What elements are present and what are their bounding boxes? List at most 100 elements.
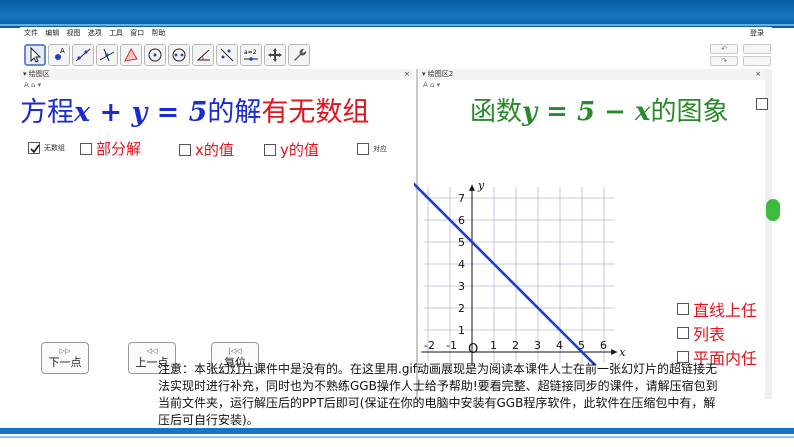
wrench-icon[interactable] (288, 44, 310, 66)
checkbox-label: y的值 (280, 141, 319, 159)
reset-icon: |◁◁ (228, 347, 242, 355)
settings-button[interactable] (743, 56, 771, 66)
checkbox-box[interactable] (80, 142, 92, 155)
bottom-decor-line (0, 436, 794, 438)
point-tool-icon[interactable]: A (48, 44, 70, 66)
bottom-decor-bar (0, 428, 794, 434)
checkbox-label: 无数组 (44, 144, 65, 152)
left-heading: 方程x + y = 5的解有无数组 (20, 96, 369, 130)
right-heading-math: y = 5 − x (522, 97, 651, 127)
x-tick-label: -2 (424, 339, 435, 352)
graph-series (414, 182, 597, 365)
move-tool-icon[interactable] (24, 44, 46, 66)
checkbox-box[interactable] (357, 143, 369, 155)
checkbox-table[interactable]: 列表 (677, 321, 725, 345)
x-tick-label: 1 (490, 339, 497, 352)
undo-button[interactable]: ↶ (710, 44, 738, 54)
heading-checkbox[interactable] (756, 98, 768, 110)
polygon-tool-icon[interactable] (120, 44, 142, 66)
y-tick-label: 3 (458, 280, 465, 293)
checkbox-box[interactable] (264, 143, 276, 156)
left-panel-title: 绘图区 (28, 70, 50, 78)
y-tick-label: 2 (458, 302, 465, 315)
checkbox-box[interactable] (28, 142, 40, 154)
checkbox-label: 列表 (693, 325, 726, 344)
next-icon: ▷▷ (59, 347, 71, 355)
perpendicular-tool-icon[interactable] (96, 44, 118, 66)
menu-view[interactable]: 视图 (66, 29, 80, 37)
x-tick-label: 4 (556, 339, 563, 352)
svg-text:A: A (60, 47, 65, 55)
y-tick-label: 5 (458, 236, 465, 249)
help-button[interactable] (743, 44, 771, 54)
slider-tool-icon[interactable]: a=2 (240, 44, 262, 66)
move-view-tool-icon[interactable] (264, 44, 286, 66)
reflect-tool-icon[interactable] (216, 44, 238, 66)
origin-label: O (468, 342, 478, 357)
checkbox-label: 直线上任 (693, 301, 758, 320)
line-tool-icon[interactable] (72, 44, 94, 66)
menu-help[interactable]: 帮助 (151, 29, 165, 37)
menu-file[interactable]: 文件 (24, 29, 38, 37)
close-icon[interactable]: × (755, 69, 761, 80)
y-axis-arrow (469, 184, 475, 191)
svg-text:a=2: a=2 (244, 49, 257, 56)
x-tick-label: 3 (534, 339, 541, 352)
right-panel-header: ▾ 绘图区2 × (419, 69, 765, 80)
checkbox-correspond[interactable]: 对应 (357, 143, 387, 155)
checkbox-partial[interactable]: 部分解 (80, 138, 141, 159)
checkbox-line-point[interactable]: 直线上任 (677, 297, 757, 321)
vertical-scrollbar[interactable] (765, 69, 772, 399)
checkbox-y-value[interactable]: y的值 (264, 139, 319, 160)
left-heading-mid: 的解 (207, 97, 262, 128)
angle-tool-icon[interactable] (192, 44, 214, 66)
x-tick-label: 2 (512, 339, 519, 352)
side-handle[interactable] (766, 199, 780, 221)
checkbox-box[interactable] (677, 327, 689, 339)
menu-edit[interactable]: 编辑 (45, 29, 59, 37)
y-tick-label: 7 (458, 192, 465, 205)
y-tick-label: 4 (458, 258, 465, 271)
close-icon[interactable]: × (404, 69, 410, 80)
graph-grid (423, 187, 615, 363)
right-style-bar[interactable]: A ⌂ ▾ (423, 80, 440, 91)
left-heading-math: x + y = 5 (74, 97, 208, 128)
menu-tools[interactable]: 工具 (109, 29, 123, 37)
menu-window[interactable]: 窗口 (130, 29, 144, 37)
right-heading: 函数y = 5 − x的图象 (470, 95, 729, 129)
graph-axes (421, 184, 618, 365)
top-decor-stripe (0, 24, 794, 26)
menu-options[interactable]: 选项 (88, 29, 102, 37)
circle-tool-icon[interactable] (144, 44, 166, 66)
y-tick-label: 6 (458, 214, 465, 227)
next-point-label: 下一点 (48, 356, 82, 369)
login-link[interactable]: 登录 (750, 27, 764, 39)
x-tick-label: -1 (446, 339, 457, 352)
x-axis-label: x (619, 346, 626, 359)
ellipse-tool-icon[interactable] (168, 44, 190, 66)
y-tick-label: 1 (458, 324, 465, 337)
graph-ticks: xyO-2 -1 1 2 3 4 5 61234567 (424, 179, 626, 359)
x-axis-arrow (611, 349, 618, 355)
collapse-icon[interactable]: ▾ (422, 70, 426, 78)
right-panel-title: 绘图区2 (427, 70, 454, 78)
x-tick-label: 6 (600, 339, 607, 352)
redo-button[interactable]: ↷ (710, 56, 738, 66)
right-heading-suffix: 的图象 (650, 97, 729, 127)
collapse-icon[interactable]: ▾ (23, 70, 27, 78)
function-graph[interactable]: xyO-2 -1 1 2 3 4 5 61234567 (414, 165, 664, 365)
right-heading-prefix: 函数 (470, 97, 523, 127)
y-axis-label: y (477, 179, 485, 192)
checkbox-label: 对应 (373, 145, 387, 153)
checkbox-x-value[interactable]: x的值 (179, 139, 234, 160)
checkbox-box[interactable] (677, 303, 689, 315)
top-decor-bar (0, 0, 794, 28)
checkbox-box[interactable] (179, 143, 191, 156)
next-point-button[interactable]: ▷▷ 下一点 (41, 342, 89, 374)
series-line (414, 182, 597, 365)
left-panel-header: ▾ 绘图区 × (20, 69, 414, 80)
checkbox-label: 部分解 (96, 140, 142, 158)
checkbox-infinite[interactable]: 无数组 (28, 142, 65, 154)
left-style-bar[interactable]: A ⌂ ▾ (24, 80, 41, 91)
left-heading-prefix: 方程 (20, 97, 74, 128)
